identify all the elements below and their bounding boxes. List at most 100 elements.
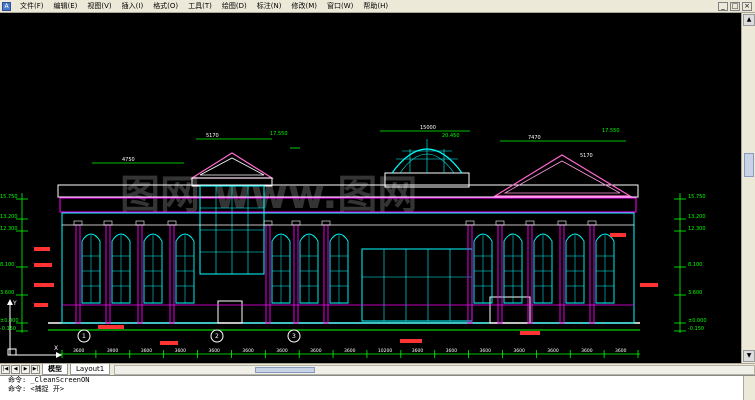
menu-window[interactable]: 窗口(W) [322, 0, 358, 13]
scroll-up-icon[interactable]: ▲ [743, 14, 755, 26]
menu-dimension[interactable]: 标注(N) [252, 0, 287, 13]
top-level-3: 17.550 [602, 128, 620, 134]
bottom-dim-label: 3900 [107, 348, 119, 354]
restore-button[interactable]: □ [730, 1, 740, 11]
central-entry [361, 248, 473, 322]
top-dim-1: 5170 [206, 133, 219, 139]
top-level-1: 17.550 [270, 131, 288, 137]
level-mark: ±0.000 [0, 318, 19, 324]
bottom-dim-label: 3600 [276, 348, 288, 354]
column [467, 224, 473, 324]
command-scrollbar[interactable] [743, 376, 755, 400]
bottom-dim-label: 3600 [412, 348, 424, 354]
grid-bubble-3: 3 [292, 333, 296, 340]
grid-bubbles: 1 2 3 [77, 329, 301, 343]
column [75, 224, 81, 324]
menu-format[interactable]: 格式(O) [148, 0, 183, 13]
horizontal-scrollbar[interactable] [114, 364, 755, 375]
top-level-2: 20.450 [442, 133, 460, 139]
grid-bubble-1: 1 [82, 333, 86, 340]
bottom-dim-label: 3600 [615, 348, 627, 354]
column [169, 224, 175, 324]
level-mark: 12.300 [0, 226, 18, 232]
hscroll-thumb[interactable] [255, 366, 316, 373]
bottom-dim-label: 3600 [547, 348, 559, 354]
scroll-thumb[interactable] [744, 153, 754, 177]
bottom-dim-label: 3600 [175, 348, 187, 354]
bottom-dim-label: 3600 [141, 348, 153, 354]
window-controls: _ □ × [718, 1, 755, 11]
level-mark: 15.750 [0, 194, 18, 200]
menu-tools[interactable]: 工具(T) [183, 0, 217, 13]
level-mark: -0.150 [0, 326, 16, 332]
menu-bar: A 文件(F) 编辑(E) 视图(V) 插入(I) 格式(O) 工具(T) 绘图… [0, 0, 755, 13]
level-mark: ±0.000 [688, 318, 707, 324]
bottom-dim-label: 3600 [581, 348, 593, 354]
elevation-drawing: 图网 www.图网 15.75013.20012.3008.1003.600±0… [0, 125, 707, 358]
bottom-dim-label: 3600 [73, 348, 85, 354]
level-mark: -0.150 [688, 326, 704, 332]
column [137, 224, 143, 324]
level-mark: 8.100 [688, 262, 702, 268]
prev-tab-icon[interactable]: ◀ [11, 365, 20, 374]
first-tab-icon[interactable]: |◀ [1, 365, 10, 374]
bottom-dim-label: 3600 [310, 348, 322, 354]
level-mark: 15.750 [688, 194, 706, 200]
column [265, 224, 271, 324]
top-dim-5: 5170 [580, 153, 593, 159]
column [293, 224, 299, 324]
menu-help[interactable]: 帮助(H) [358, 0, 393, 13]
scroll-down-icon[interactable]: ▼ [743, 350, 755, 362]
bottom-dim-label: 3600 [208, 348, 220, 354]
menu-modify[interactable]: 修改(M) [286, 0, 322, 13]
side-entry [489, 296, 531, 324]
app-icon[interactable]: A [2, 1, 11, 11]
next-tab-icon[interactable]: ▶ [21, 365, 30, 374]
layout-tabs-bar: |◀ ◀ ▶ ▶| 模型 Layout1 [0, 363, 755, 375]
ucs-y-label: Y [12, 300, 17, 307]
level-mark: 12.300 [688, 226, 706, 232]
drawing-canvas[interactable]: 图网 www.图网 15.750 13.200 12.300 8.100 3.6… [0, 13, 741, 363]
column [323, 224, 329, 324]
ucs-x-label: X [54, 345, 58, 352]
level-mark: 13.200 [0, 214, 18, 220]
column [497, 224, 503, 324]
menu-insert[interactable]: 插入(I) [117, 0, 149, 13]
bottom-dim-label: 10200 [378, 348, 392, 354]
level-mark: 3.600 [688, 290, 702, 296]
bottom-dim-label: 3600 [446, 348, 458, 354]
top-dim-3: 15000 [420, 125, 436, 131]
close-button[interactable]: × [742, 1, 752, 11]
command-prompt-line[interactable]: 命令: <捕捉 开> [8, 385, 755, 394]
tab-model[interactable]: 模型 [42, 364, 68, 375]
minimize-button[interactable]: _ [718, 1, 728, 11]
menu-draw[interactable]: 绘图(D) [217, 0, 252, 13]
command-history-line: 命令: _CleanScreenON [8, 376, 90, 384]
bottom-dim-label: 3600 [344, 348, 356, 354]
level-mark: 13.200 [688, 214, 706, 220]
bottom-dim-label: 3600 [480, 348, 492, 354]
bottom-dimensions: 3600 3900 3600 3600 3600 3600 3600 3600 3600 1020… [61, 348, 639, 358]
column [589, 224, 595, 324]
menu-file[interactable]: 文件(F) [15, 0, 49, 13]
bottom-dim-label: 3600 [513, 348, 525, 354]
watermark-text: 图网 www.图网 [120, 172, 417, 218]
left-level-markers: 15.750 13.200 12.300 8.100 3.600 ±0.000 -0.150 [0, 193, 28, 333]
right-level-markers: 15.750 13.200 12.300 8.100 3.600 ±0.000 -0.150 [674, 193, 707, 333]
last-tab-icon[interactable]: ▶| [31, 365, 40, 374]
level-mark: 8.100 [0, 262, 14, 268]
grid-bubble-2: 2 [215, 333, 219, 340]
column [105, 224, 111, 324]
menu-edit[interactable]: 编辑(E) [49, 0, 83, 13]
left-door [217, 300, 243, 324]
bottom-dim-label: 3600 [242, 348, 254, 354]
top-dim-4: 7470 [528, 135, 541, 141]
column [559, 224, 565, 324]
level-mark: 3.600 [0, 290, 14, 296]
arched-windows [62, 220, 634, 324]
command-window[interactable]: 命令: _CleanScreenON 命令: <捕捉 开> [0, 375, 755, 400]
tab-layout1[interactable]: Layout1 [70, 364, 111, 375]
menu-view[interactable]: 视图(V) [82, 0, 116, 13]
vertical-scrollbar[interactable]: ▲ ▼ [741, 13, 755, 363]
top-dim-2: 4750 [122, 157, 135, 163]
